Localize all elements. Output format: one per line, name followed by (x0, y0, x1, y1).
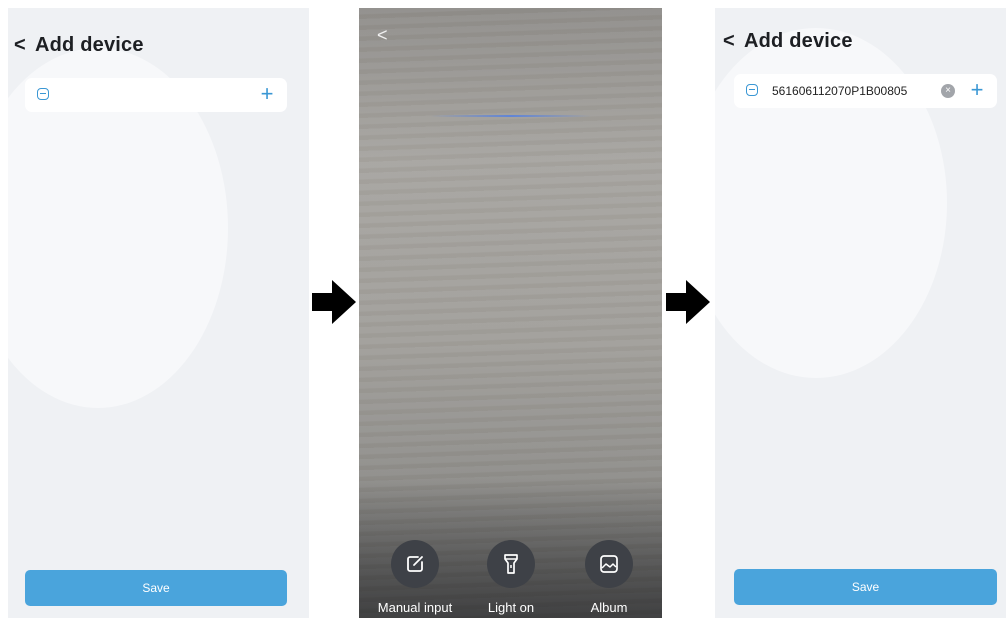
device-icon (37, 88, 49, 100)
save-button[interactable]: Save (25, 570, 287, 606)
page-title: Add device (35, 34, 144, 56)
serial-input[interactable]: 561606112070P1B00805 (772, 84, 907, 98)
add-device-screen-filled: ▪▪ ▪▪▪ ▪▪▪▪ ▪▪▪▪ ▪▪ ▪▪▪▪ ▪▪▪ < Add devic… (715, 8, 1006, 618)
save-button[interactable]: Save (734, 569, 997, 605)
flashlight-icon[interactable] (487, 540, 535, 588)
manual-input-label: Manual input (377, 600, 453, 615)
add-plus-icon[interactable]: + (257, 83, 277, 105)
scan-line (431, 115, 591, 117)
image-icon[interactable] (585, 540, 633, 588)
top-bar: < Add device (8, 32, 309, 60)
flow-arrow-right-icon (666, 280, 710, 324)
device-icon (746, 84, 758, 96)
manual-input-button[interactable]: Manual input (378, 540, 452, 615)
light-on-label: Light on (487, 600, 535, 615)
light-on-button[interactable]: Light on (481, 540, 541, 615)
album-label: Album (590, 600, 628, 615)
clear-icon[interactable]: × (941, 84, 955, 98)
edit-icon[interactable] (391, 540, 439, 588)
flow-arrow-right-icon (312, 280, 356, 324)
top-bar: < Add device (715, 28, 1006, 56)
add-plus-icon[interactable]: + (967, 79, 987, 101)
status-bar: ▪▪ ▪▪▪ ▪▪▪▪ ▪▪▪▪ ▪▪ ▪▪▪▪ ▪▪▪ (22, 8, 299, 10)
page-title: Add device (744, 30, 853, 52)
qr-scanner-screen: < Manual input Light on Album (359, 8, 662, 618)
device-serial-row[interactable]: 561606112070P1B00805 × + (734, 74, 997, 108)
album-button[interactable]: Album (579, 540, 639, 615)
back-chevron-icon[interactable]: < (377, 26, 388, 44)
back-chevron-icon[interactable]: < (723, 31, 735, 52)
status-bar: ▪▪ ▪▪▪ ▪▪▪▪ ▪▪▪▪ ▪▪ ▪▪▪▪ ▪▪▪ (729, 8, 997, 10)
add-device-screen-empty: ▪▪ ▪▪▪ ▪▪▪▪ ▪▪▪▪ ▪▪ ▪▪▪▪ ▪▪▪ < Add devic… (8, 8, 309, 618)
device-serial-row[interactable]: + (25, 78, 287, 112)
back-chevron-icon[interactable]: < (14, 35, 26, 56)
